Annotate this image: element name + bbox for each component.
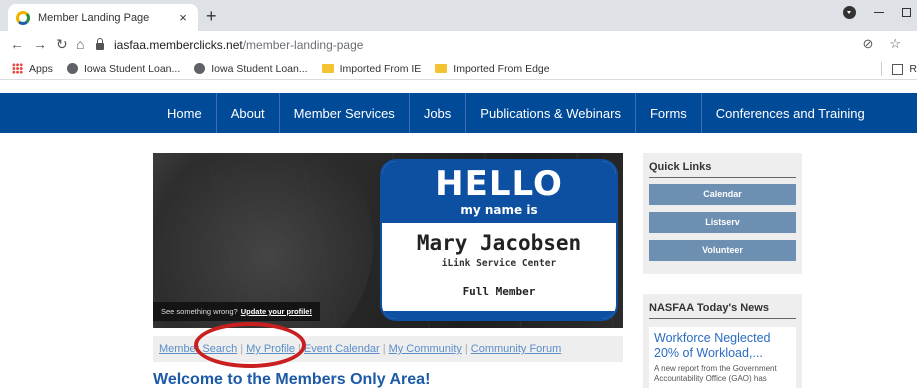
reading-list-button[interactable]: R	[881, 62, 917, 76]
bookmark-label: Imported From IE	[339, 62, 422, 75]
folder-icon	[321, 64, 334, 73]
note-text: See something wrong?	[161, 307, 238, 316]
my-profile-link[interactable]: My Profile	[246, 343, 295, 355]
bookmark-label: Apps	[29, 62, 53, 75]
nav-conferences-training[interactable]: Conferences and Training	[702, 93, 879, 133]
badge-header: HELLO my name is	[382, 161, 616, 223]
globe-icon	[66, 63, 78, 74]
badge-my-name-is: my name is	[460, 203, 538, 217]
site-favicon-icon	[16, 10, 30, 25]
reading-list-label: R	[909, 63, 917, 75]
bookmark-folder-ie[interactable]: Imported From IE	[321, 62, 422, 75]
back-arrow-icon[interactable]: ←	[10, 35, 24, 53]
bookmark-label: Iowa Student Loan...	[83, 62, 181, 75]
folder-icon	[435, 64, 448, 73]
name-badge: HELLO my name is Mary Jacobsen iLink Ser…	[382, 161, 616, 319]
nav-home[interactable]: Home	[153, 93, 217, 133]
new-tab-button[interactable]: +	[206, 7, 217, 25]
badge-hello: HELLO	[435, 164, 563, 204]
news-panel: NASFAA Today's News Workforce Neglected …	[643, 294, 802, 388]
nav-member-services[interactable]: Member Services	[280, 93, 410, 133]
quick-links-title: Quick Links	[649, 161, 796, 178]
event-calendar-link[interactable]: Event Calendar	[304, 343, 380, 355]
listserv-button[interactable]: Listserv	[649, 212, 796, 233]
site-main-nav: Home About Member Services Jobs Publicat…	[0, 93, 917, 133]
member-links-bar: Member Search | My Profile | Event Calen…	[153, 336, 623, 362]
calendar-button[interactable]: Calendar	[649, 184, 796, 205]
divider: |	[298, 343, 301, 355]
profile-correction-note: See something wrong? Update your profile…	[153, 302, 320, 321]
divider	[881, 62, 883, 76]
news-excerpt: A new report from the Government Account…	[654, 364, 777, 383]
page-title: Welcome to the Members Only Area!	[153, 371, 431, 388]
lock-icon[interactable]	[96, 38, 104, 50]
bookmark-folder-edge[interactable]: Imported From Edge	[435, 62, 550, 75]
home-icon[interactable]: ⌂	[76, 35, 84, 53]
minimize-icon[interactable]	[874, 12, 884, 13]
member-name: Mary Jacobsen	[416, 231, 582, 255]
volunteer-button[interactable]: Volunteer	[649, 240, 796, 261]
bookmark-star-icon[interactable]: ☆	[889, 36, 901, 52]
globe-icon	[194, 63, 206, 74]
divider: |	[464, 343, 468, 355]
address-bar[interactable]: iasfaa.memberclicks.net /member-landing-…	[96, 34, 911, 55]
bookmark-iowa-student-loan-1[interactable]: Iowa Student Loan...	[66, 62, 181, 75]
community-forum-link[interactable]: Community Forum	[471, 343, 561, 355]
tracking-blocked-icon[interactable]: ⊘	[862, 36, 873, 52]
member-search-link[interactable]: Member Search	[159, 343, 237, 355]
reading-list-icon	[892, 63, 904, 75]
url-host: iasfaa.memberclicks.net	[114, 37, 243, 52]
membership-type: Full Member	[462, 285, 536, 298]
news-title: NASFAA Today's News	[649, 302, 796, 319]
bookmark-label: Imported From Edge	[453, 62, 550, 75]
member-organization: iLink Service Center	[441, 258, 557, 269]
apps-grid-icon	[12, 63, 23, 74]
badge-footer-stripe	[382, 311, 616, 319]
nav-about[interactable]: About	[217, 93, 280, 133]
my-community-link[interactable]: My Community	[389, 343, 462, 355]
window-controls	[843, 6, 911, 19]
reload-icon[interactable]: ↻	[56, 35, 68, 53]
url-path: /member-landing-page	[242, 37, 364, 52]
nav-publications-webinars[interactable]: Publications & Webinars	[466, 93, 636, 133]
maximize-icon[interactable]	[902, 8, 911, 17]
member-hero-banner: HELLO my name is Mary Jacobsen iLink Ser…	[153, 153, 623, 328]
nav-forms[interactable]: Forms	[636, 93, 702, 133]
bookmarks-bar: Apps Iowa Student Loan... Iowa Student L…	[0, 58, 917, 80]
divider: |	[382, 343, 386, 355]
close-tab-icon[interactable]: ×	[176, 10, 190, 25]
browser-tabstrip: Member Landing Page × +	[0, 0, 917, 31]
forward-arrow-icon[interactable]: →	[33, 35, 47, 53]
bookmark-apps[interactable]: Apps	[12, 63, 53, 75]
browser-toolbar: ← → ↻ ⌂ iasfaa.memberclicks.net /member-…	[0, 31, 917, 58]
browser-tab[interactable]: Member Landing Page ×	[8, 4, 198, 31]
news-item: Workforce Neglected 20% of Workload,... …	[649, 327, 796, 388]
tab-title: Member Landing Page	[38, 11, 150, 24]
update-profile-link[interactable]: Update your profile!	[241, 307, 312, 316]
news-headline-link[interactable]: Workforce Neglected 20% of Workload,...	[654, 331, 791, 361]
quick-links-panel: Quick Links Calendar Listserv Volunteer	[643, 153, 802, 274]
nav-jobs[interactable]: Jobs	[410, 93, 467, 133]
bookmark-iowa-student-loan-2[interactable]: Iowa Student Loan...	[194, 62, 308, 75]
profile-menu-icon[interactable]	[843, 6, 856, 19]
bookmark-label: Iowa Student Loan...	[211, 62, 308, 75]
divider: |	[240, 343, 244, 355]
